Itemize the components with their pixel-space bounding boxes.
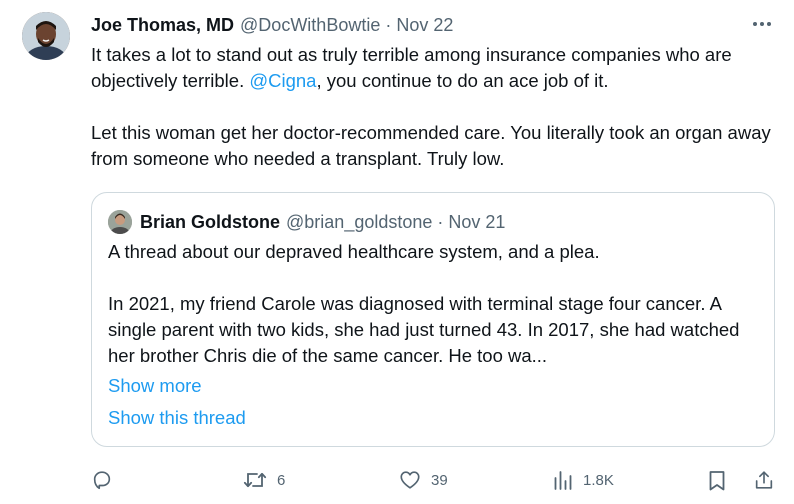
like-button[interactable]: 39 [399,466,448,494]
tweet-paragraph-1: It takes a lot to stand out as truly ter… [91,42,781,94]
share-button[interactable] [753,466,775,494]
quoted-author-handle[interactable]: @brian_goldstone [286,212,432,233]
quoted-tweet-header: Brian Goldstone @brian_goldstone · Nov 2… [108,209,505,235]
quoted-author-name[interactable]: Brian Goldstone [140,212,280,233]
author-avatar[interactable] [22,12,70,60]
share-icon [755,471,773,489]
quoted-paragraph-2: In 2021, my friend Carole was diagnosed … [108,293,740,366]
heart-icon [400,471,420,489]
quoted-tweet[interactable]: Brian Goldstone @brian_goldstone · Nov 2… [91,192,775,447]
quoted-author-avatar[interactable] [108,210,132,234]
reply-button[interactable] [91,466,123,494]
tweet-header: Joe Thomas, MD @DocWithBowtie · Nov 22 [91,12,453,38]
quoted-tweet-date[interactable]: Nov 21 [448,212,505,233]
show-thread-link[interactable]: Show this thread [108,407,246,429]
tweet-text-part: , you continue to do an ace job of it. [316,70,609,91]
views-button[interactable]: 1.8K [553,466,614,494]
more-options-button[interactable] [750,12,774,36]
author-name[interactable]: Joe Thomas, MD [91,15,234,36]
views-count: 1.8K [583,471,614,489]
retweet-icon [243,472,267,488]
like-count: 39 [431,471,448,489]
tweet-paragraph-2: Let this woman get her doctor-recommende… [91,122,771,169]
quoted-tweet-text: A thread about our depraved healthcare s… [108,239,758,369]
retweet-count: 6 [277,471,286,489]
retweet-button[interactable]: 6 [243,466,285,494]
quoted-header-separator: · [437,211,444,232]
quoted-paragraph-1: A thread about our depraved healthcare s… [108,241,600,262]
reply-icon [93,471,111,490]
author-handle[interactable]: @DocWithBowtie [240,15,380,36]
header-separator: · [385,14,392,35]
views-chart-icon [554,471,572,490]
more-dots-icon [753,22,771,26]
bookmark-button[interactable] [707,466,727,494]
mention-link[interactable]: @Cigna [249,70,316,91]
tweet-actions: 6 39 1.8K [91,466,781,494]
avatar-photo [22,12,70,60]
tweet-date[interactable]: Nov 22 [396,15,453,36]
quoted-avatar-photo [108,210,132,234]
tweet-text: It takes a lot to stand out as truly ter… [91,42,781,172]
bookmark-icon [709,471,725,491]
show-more-link[interactable]: Show more [108,375,202,397]
